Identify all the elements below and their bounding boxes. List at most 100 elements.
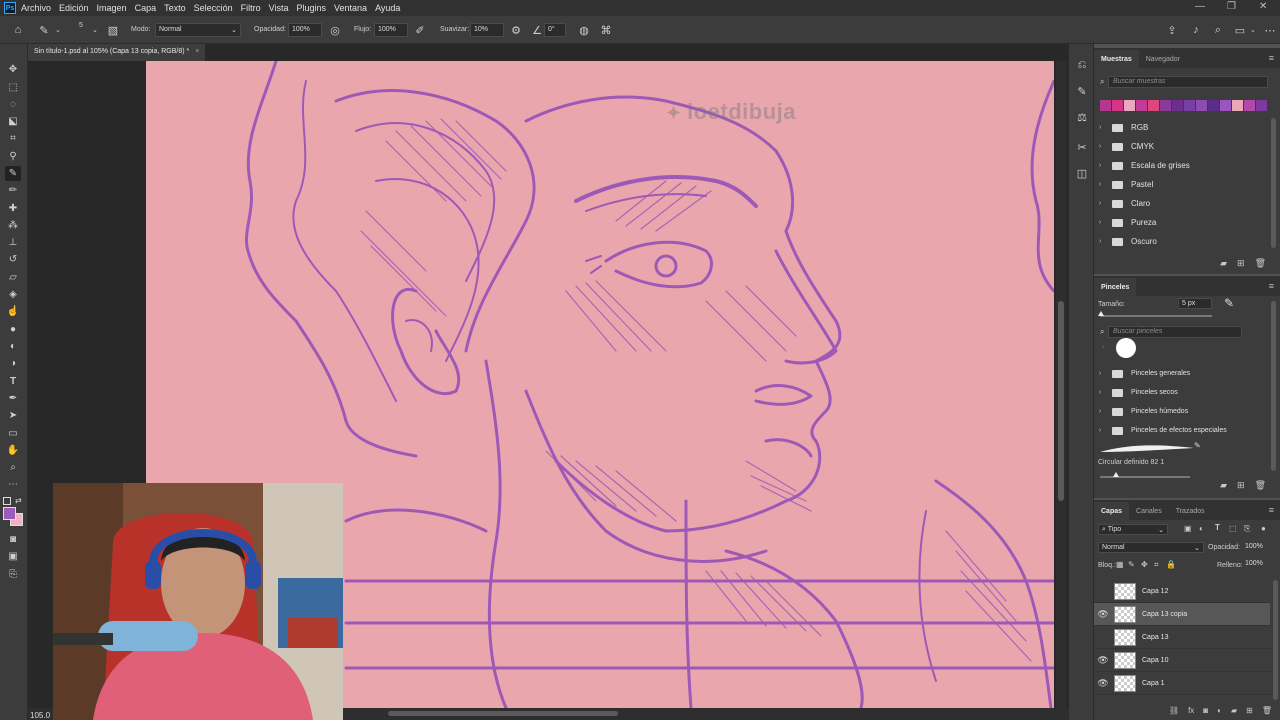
healing-brush-tool-icon[interactable]: ✚ [5,201,21,216]
new-swatch-icon[interactable]: ⊞ [1237,258,1245,269]
notifications-icon[interactable]: ♪ [1188,22,1204,38]
brush-group-general[interactable]: › Pinceles generales [1094,364,1270,383]
color-swatch[interactable] [1232,100,1243,111]
layer-blend-mode-select[interactable]: Normal ⌄ [1098,542,1204,553]
brushes-scrollbar[interactable] [1271,301,1276,471]
menu-ayuda[interactable]: Ayuda [375,3,400,13]
menu-edicion[interactable]: Edición [59,3,89,13]
color-swatch[interactable] [1220,100,1231,111]
brush-tool-icon[interactable]: ✎ [5,166,21,181]
path-select-tool-icon[interactable]: ➤ [5,408,21,423]
tab-muestras[interactable]: Muestras [1094,50,1139,68]
paint-bucket-tool-icon[interactable]: ◈ [5,287,21,302]
pencil-tool-icon[interactable]: ✏ [5,183,21,198]
filter-smart-objects-icon[interactable]: ⎘ [1244,524,1250,534]
close-icon[interactable]: ✕ [1259,1,1267,12]
brush-size-field[interactable]: 5 px [1178,298,1212,309]
more-tools-icon[interactable]: ⋯ [5,477,21,492]
menu-ventana[interactable]: Ventana [334,3,367,13]
visibility-eye-icon[interactable]: 👁 [1094,609,1112,620]
layer-row[interactable]: Capa 13 [1094,626,1270,649]
tool-preset-chevron-icon[interactable]: ⌄ [55,26,61,34]
swatch-group-dark[interactable]: › Oscuro [1094,232,1270,251]
layers-scrollbar[interactable] [1273,580,1278,700]
dodge-tool-icon[interactable]: ◐ [5,339,21,354]
menu-archivo[interactable]: Archivo [21,3,51,13]
color-swatch[interactable] [1112,100,1123,111]
color-swatch[interactable] [1136,100,1147,111]
flow-field[interactable]: 100% [374,23,408,37]
brush-search-input[interactable]: Buscar pinceles [1108,326,1242,338]
swatches-panel-menu-icon[interactable]: ≡ [1269,53,1274,63]
eraser-tool-icon[interactable]: ▱ [5,270,21,285]
eyedropper-tool-icon[interactable]: ⚲ [5,149,21,164]
layer-row[interactable]: Capa 12 [1094,580,1270,603]
zoom-level[interactable]: 105.0 [30,711,50,720]
layer-row[interactable]: 👁 Capa 10 [1094,649,1270,672]
layers-panel-menu-icon[interactable]: ≡ [1269,505,1274,515]
layer-row[interactable]: 👁 Capa 13 copia [1094,603,1270,626]
move-tool-icon[interactable]: ✥ [5,62,21,77]
tab-navegador[interactable]: Navegador [1139,50,1187,68]
angle-icon[interactable]: ∠ [529,22,545,38]
color-swatch[interactable] [1172,100,1183,111]
screen-mode-icon[interactable]: ▣ [5,549,21,564]
add-mask-icon[interactable]: ◙ [1203,706,1208,715]
type-tool-icon[interactable]: T [5,374,21,389]
menu-seleccion[interactable]: Selección [194,3,233,13]
spot-healing-tool-icon[interactable]: ⁂ [5,218,21,233]
swatch-search-input[interactable]: Buscar muestras [1108,76,1268,88]
marquee-tool-icon[interactable]: ⬚ [5,80,21,95]
angle-field[interactable]: 0° [544,23,566,37]
smudge-tool-icon[interactable]: ☝ [5,304,21,319]
canvas-vertical-scrollbar[interactable] [1056,61,1066,708]
brush-picker-chevron-icon[interactable]: ⌄ [92,26,98,34]
menu-filtro[interactable]: Filtro [241,3,261,13]
brushes-panel-menu-icon[interactable]: ≡ [1269,281,1274,291]
brush-size-slider-handle[interactable] [1098,311,1104,316]
share-icon[interactable]: ⇪ [1164,22,1180,38]
fill-field[interactable]: 100% [1242,559,1274,570]
restore-icon[interactable]: ❐ [1227,1,1236,12]
filter-type-layers-icon[interactable]: T [1215,523,1220,532]
brush-edit-icon[interactable]: ✎ [1224,296,1234,310]
menu-capa[interactable]: Capa [135,3,157,13]
brush-preview-size-handle[interactable] [1113,472,1119,477]
pressure-size-icon[interactable]: ◍ [576,22,592,38]
clone-stamp-tool-icon[interactable]: ⊥ [5,235,21,250]
quick-mask-icon[interactable]: ◙ [5,532,21,547]
color-swatch[interactable] [1256,100,1267,111]
smoothing-options-gear-icon[interactable]: ⚙ [508,22,524,38]
visibility-eye-icon[interactable]: 👁 [1094,655,1112,666]
brush-preview-options-icon[interactable]: ✎ [1194,441,1201,450]
filter-adjustment-layers-icon[interactable]: ◐ [1199,524,1204,533]
home-icon[interactable]: ⌂ [10,22,26,38]
swatch-group-cmyk[interactable]: › CMYK [1094,137,1270,156]
zoom-tool-icon[interactable]: ⌕ [5,460,21,475]
lasso-tool-icon[interactable]: ◌ [5,97,21,112]
canvas-horizontal-scroll-thumb[interactable] [388,711,618,716]
brush-group-dry[interactable]: › Pinceles secos [1094,383,1270,402]
object-select-tool-icon[interactable]: ⬕ [5,114,21,129]
tab-trazados[interactable]: Trazados [1169,502,1212,520]
brush-preview-hard-round[interactable] [1116,338,1136,358]
brush-settings-icon[interactable]: ▧ [105,22,121,38]
new-group-folder-icon[interactable]: ▰ [1220,258,1227,269]
layer-row[interactable]: 👁 Capa 1 [1094,672,1270,695]
brush-group-special-effects[interactable]: › Pinceles de efectos especiales [1094,421,1270,440]
filter-toggle-icon[interactable]: ● [1261,524,1266,533]
swap-colors-icon[interactable]: ⇄ [15,496,22,505]
airbrush-icon[interactable]: ✐ [412,22,428,38]
link-layers-icon[interactable]: ⛓ [1169,706,1179,715]
color-swatch[interactable] [1148,100,1159,111]
brush-tool-preset-icon[interactable]: ✎ [36,22,52,38]
swatch-group-light[interactable]: › Claro [1094,194,1270,213]
swatch-group-grayscale[interactable]: › Escala de grises [1094,156,1270,175]
foreground-color-swatch[interactable] [3,507,16,520]
canvas-vertical-scroll-thumb[interactable] [1058,301,1064,501]
workspace-chevron-icon[interactable]: ⌄ [1250,26,1256,34]
color-swatch[interactable] [1124,100,1135,111]
layer-kind-filter[interactable]: ⌕ Tipo ⌄ [1098,524,1168,535]
filter-pixel-layers-icon[interactable]: ▣ [1184,524,1192,533]
hand-tool-icon[interactable]: ✋ [5,443,21,458]
